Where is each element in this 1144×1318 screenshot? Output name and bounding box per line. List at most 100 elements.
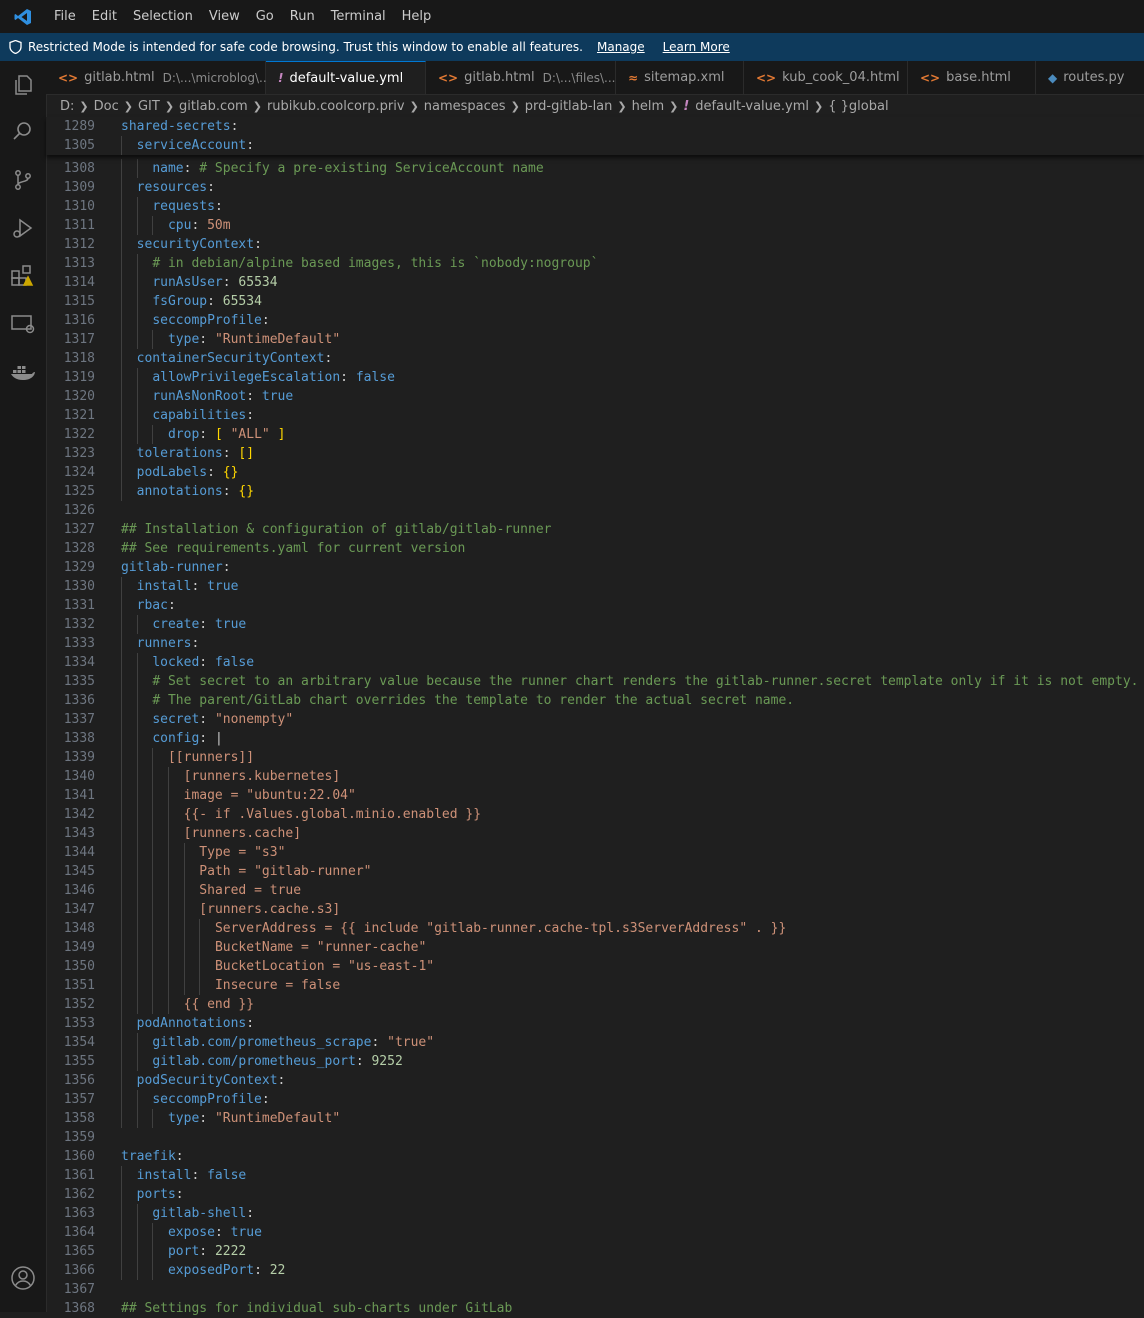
code-line[interactable]: 1320 runAsNonRoot: true (46, 387, 1144, 406)
menu-run[interactable]: Run (282, 0, 323, 33)
code-line[interactable]: 1349 BucketName = "runner-cache" (46, 938, 1144, 957)
tab-gitlab-html[interactable]: <> gitlab.html D:\...\files\... (426, 61, 616, 94)
code-line[interactable]: 1332 create: true (46, 615, 1144, 634)
code-line[interactable]: 1364 expose: true (46, 1223, 1144, 1242)
breadcrumb-item[interactable]: helm (632, 99, 665, 114)
learn-more-link[interactable]: Learn More (663, 40, 730, 54)
code-line[interactable]: 1336 # The parent/GitLab chart overrides … (46, 691, 1144, 710)
code-line[interactable]: 1313 # in debian/alpine based images, thi… (46, 254, 1144, 273)
tab-base-html[interactable]: <> base.html (908, 61, 1036, 94)
menu-view[interactable]: View (201, 0, 248, 33)
manage-link[interactable]: Manage (597, 40, 645, 54)
breadcrumb-item[interactable]: Doc (94, 99, 119, 114)
code-line[interactable]: 1366 exposedPort: 22 (46, 1261, 1144, 1280)
code-line[interactable]: 1353 podAnnotations: (46, 1014, 1144, 1033)
code-line[interactable]: 1289 shared-secrets: (46, 117, 1144, 136)
code-line[interactable]: 1354 gitlab.com/prometheus_scrape: "true" (46, 1033, 1144, 1052)
code-line[interactable]: 1311 cpu: 50m (46, 216, 1144, 235)
code-line[interactable]: 1352 {{ end }} (46, 995, 1144, 1014)
code-line[interactable]: 1323 tolerations: [] (46, 444, 1144, 463)
code-line[interactable]: 1356 podSecurityContext: (46, 1071, 1144, 1090)
run-debug-icon[interactable] (8, 213, 38, 243)
breadcrumb-item[interactable]: default-value.yml (695, 99, 809, 114)
source-control-icon[interactable] (8, 165, 38, 195)
code-line[interactable]: 1357 seccompProfile: (46, 1090, 1144, 1109)
code-line[interactable]: 1359 (46, 1128, 1144, 1147)
code-line[interactable]: 1327 ## Installation & configuration of g… (46, 520, 1144, 539)
code-line[interactable]: 1334 locked: false (46, 653, 1144, 672)
tab-kub-cook-04-html[interactable]: <> kub_cook_04.html (744, 61, 908, 94)
code-line[interactable]: 1309 resources: (46, 178, 1144, 197)
code-line[interactable]: 1346 Shared = true (46, 881, 1144, 900)
code-line[interactable]: 1325 annotations: {} (46, 482, 1144, 501)
search-icon[interactable] (8, 116, 38, 146)
menu-terminal[interactable]: Terminal (323, 0, 394, 33)
explorer-icon[interactable] (8, 70, 38, 100)
code-line[interactable]: 1368 ## Settings for individual sub-chart… (46, 1299, 1144, 1318)
code-line[interactable]: 1329 gitlab-runner: (46, 558, 1144, 577)
remote-explorer-icon[interactable] (8, 309, 38, 339)
menu-selection[interactable]: Selection (125, 0, 201, 33)
code-line[interactable]: 1330 install: true (46, 577, 1144, 596)
tab-sitemap-xml[interactable]: ≈ sitemap.xml (616, 61, 744, 94)
code-line[interactable]: 1365 port: 2222 (46, 1242, 1144, 1261)
code-line[interactable]: 1361 install: false (46, 1166, 1144, 1185)
code-line[interactable]: 1326 (46, 501, 1144, 520)
code-line[interactable]: 1338 config: | (46, 729, 1144, 748)
code-line[interactable]: 1350 BucketLocation = "us-east-1" (46, 957, 1144, 976)
code-line[interactable]: 1335 # Set secret to an arbitrary value b… (46, 672, 1144, 691)
account-icon[interactable] (8, 1263, 38, 1293)
menu-edit[interactable]: Edit (84, 0, 125, 33)
code-line[interactable]: 1318 containerSecurityContext: (46, 349, 1144, 368)
code-line[interactable]: 1343 [runners.cache] (46, 824, 1144, 843)
code-line[interactable]: 1355 gitlab.com/prometheus_port: 9252 (46, 1052, 1144, 1071)
code-line[interactable]: 1316 seccompProfile: (46, 311, 1144, 330)
code-line[interactable]: 1310 requests: (46, 197, 1144, 216)
code-line[interactable]: 1363 gitlab-shell: (46, 1204, 1144, 1223)
tab-routes-py[interactable]: ◆ routes.py (1036, 61, 1144, 94)
code-line[interactable]: 1319 allowPrivilegeEscalation: false (46, 368, 1144, 387)
code-line[interactable]: 1331 rbac: (46, 596, 1144, 615)
tab-default-value-yml[interactable]: ! default-value.yml (266, 61, 426, 94)
code-line[interactable]: 1339 [[runners]] (46, 748, 1144, 767)
breadcrumb-item[interactable]: D: (60, 99, 74, 114)
code-line[interactable]: 1362 ports: (46, 1185, 1144, 1204)
code-line[interactable]: 1333 runners: (46, 634, 1144, 653)
code-line[interactable]: 1351 Insecure = false (46, 976, 1144, 995)
code-line[interactable]: 1367 (46, 1280, 1144, 1299)
breadcrumb-item[interactable]: prd-gitlab-lan (525, 99, 613, 114)
sticky-scroll[interactable]: 1289 shared-secrets: 1305 serviceAccount: (46, 117, 1144, 155)
docker-icon[interactable] (8, 357, 38, 387)
code-line[interactable]: 1348 ServerAddress = {{ include "gitlab-r… (46, 919, 1144, 938)
code-line[interactable]: 1340 [runners.kubernetes] (46, 767, 1144, 786)
code-line[interactable]: 1315 fsGroup: 65534 (46, 292, 1144, 311)
tab-gitlab-html[interactable]: <> gitlab.html D:\...\microblog\... (46, 61, 271, 94)
code-line[interactable]: 1308 name: # Specify a pre-existing Servi… (46, 159, 1144, 178)
code-line[interactable]: 1345 Path = "gitlab-runner" (46, 862, 1144, 881)
breadcrumb-item[interactable]: global (849, 99, 889, 114)
code-line[interactable]: 1347 [runners.cache.s3] (46, 900, 1144, 919)
menu-file[interactable]: File (46, 0, 84, 33)
extensions-icon[interactable] (8, 261, 38, 291)
breadcrumb-item[interactable]: rubikub.coolcorp.priv (267, 99, 405, 114)
code-line[interactable]: 1337 secret: "nonempty" (46, 710, 1144, 729)
code-line[interactable]: 1358 type: "RuntimeDefault" (46, 1109, 1144, 1128)
code-line[interactable]: 1324 podLabels: {} (46, 463, 1144, 482)
code-line[interactable]: 1314 runAsUser: 65534 (46, 273, 1144, 292)
code-line[interactable]: 1342 {{- if .Values.global.minio.enabled … (46, 805, 1144, 824)
code-line[interactable]: 1360 traefik: (46, 1147, 1144, 1166)
breadcrumb-item[interactable]: gitlab.com (179, 99, 248, 114)
breadcrumb-item[interactable]: GIT (138, 99, 160, 114)
code-line[interactable]: 1328 ## See requirements.yaml for current… (46, 539, 1144, 558)
menu-help[interactable]: Help (394, 0, 440, 33)
code-line[interactable]: 1321 capabilities: (46, 406, 1144, 425)
breadcrumb-item[interactable]: namespaces (424, 99, 506, 114)
code-editor[interactable]: 1289 shared-secrets: 1305 serviceAccount: 1… (46, 117, 1144, 1316)
code-line[interactable]: 1344 Type = "s3" (46, 843, 1144, 862)
code-line[interactable]: 1341 image = "ubuntu:22.04" (46, 786, 1144, 805)
menu-go[interactable]: Go (248, 0, 282, 33)
code-line[interactable]: 1305 serviceAccount: (46, 136, 1144, 155)
code-line[interactable]: 1322 drop: [ "ALL" ] (46, 425, 1144, 444)
code-line[interactable]: 1317 type: "RuntimeDefault" (46, 330, 1144, 349)
code-line[interactable]: 1312 securityContext: (46, 235, 1144, 254)
